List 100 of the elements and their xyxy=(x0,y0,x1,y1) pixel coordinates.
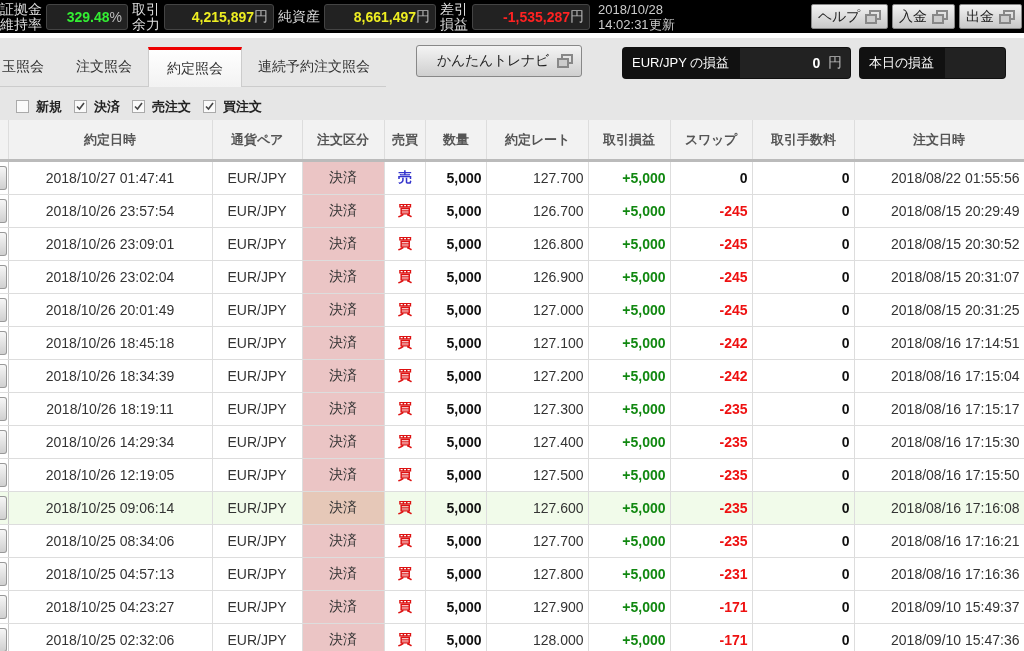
fee-cell: 0 xyxy=(752,425,854,459)
row-handle[interactable] xyxy=(0,265,7,289)
checkbox[interactable] xyxy=(132,100,145,113)
row-handle[interactable] xyxy=(0,430,7,454)
profit-cell: +5,000 xyxy=(588,293,670,327)
profit-cell: +5,000 xyxy=(588,458,670,492)
pair-cell: EUR/JPY xyxy=(212,194,302,228)
fee-cell: 0 xyxy=(752,557,854,591)
stat-label: 証拠金 維持率 xyxy=(0,1,42,32)
profit-cell: +5,000 xyxy=(588,524,670,558)
row-handle[interactable] xyxy=(0,595,7,619)
header-button[interactable]: 出金 xyxy=(959,4,1022,29)
order-time-cell: 2018/08/16 17:15:50 xyxy=(854,458,1024,492)
profit-cell: +5,000 xyxy=(588,227,670,261)
fee-cell: 0 xyxy=(752,524,854,558)
side-cell: 買 xyxy=(384,590,425,624)
header-button[interactable]: 入金 xyxy=(892,4,955,29)
profit-cell: +5,000 xyxy=(588,392,670,426)
order-time-cell: 2018/08/15 20:30:52 xyxy=(854,227,1024,261)
row-handle[interactable] xyxy=(0,364,7,388)
rate-cell: 127.700 xyxy=(486,160,588,195)
order-type-cell: 決済 xyxy=(302,623,384,651)
swap-cell: -171 xyxy=(670,590,752,624)
exec-time-cell: 2018/10/25 08:34:06 xyxy=(8,524,212,558)
order-type-cell: 決済 xyxy=(302,590,384,624)
order-time-cell: 2018/09/10 15:49:37 xyxy=(854,590,1024,624)
row-handle[interactable] xyxy=(0,397,7,421)
stat-value: 8,661,497 xyxy=(353,8,416,25)
swap-cell: -245 xyxy=(670,194,752,228)
overlapping-squares-icon xyxy=(932,9,948,24)
column-header: 売買 xyxy=(384,120,425,161)
tab[interactable]: 約定照会 xyxy=(148,47,242,87)
order-type-cell: 決済 xyxy=(302,260,384,294)
exec-time-cell: 2018/10/26 14:29:34 xyxy=(8,425,212,459)
side-cell: 買 xyxy=(384,458,425,492)
side-cell: 売 xyxy=(384,160,425,195)
rate-cell: 127.000 xyxy=(486,293,588,327)
stat-value: -1,535,287 xyxy=(503,8,570,25)
checkbox-label: 買注文 xyxy=(223,97,262,116)
order-type-cell: 決済 xyxy=(302,194,384,228)
header-button[interactable]: ヘルプ xyxy=(811,4,888,29)
quantity-cell: 5,000 xyxy=(425,392,486,426)
navi-button[interactable]: かんたんトレナビ xyxy=(416,45,582,77)
pl-label: 本日の損益 xyxy=(868,53,936,72)
profit-cell: +5,000 xyxy=(588,359,670,393)
updated-time: 14:02:31更新 xyxy=(598,16,675,32)
exec-time-cell: 2018/10/26 23:57:54 xyxy=(8,194,212,228)
fee-cell: 0 xyxy=(752,623,854,651)
pair-cell: EUR/JPY xyxy=(212,623,302,651)
side-cell: 買 xyxy=(384,194,425,228)
fee-cell: 0 xyxy=(752,227,854,261)
pl-value: 0 xyxy=(812,54,821,71)
profit-cell: +5,000 xyxy=(588,623,670,651)
order-type-cell: 決済 xyxy=(302,160,384,195)
side-cell: 買 xyxy=(384,227,425,261)
side-cell: 買 xyxy=(384,359,425,393)
swap-cell: -242 xyxy=(670,359,752,393)
profit-cell: +5,000 xyxy=(588,425,670,459)
checkbox[interactable] xyxy=(16,100,29,113)
pair-cell: EUR/JPY xyxy=(212,458,302,492)
overlapping-squares-icon xyxy=(865,9,881,24)
swap-cell: -245 xyxy=(670,260,752,294)
stat-unit: 円 xyxy=(570,7,584,24)
row-handle[interactable] xyxy=(0,331,7,355)
row-handle[interactable] xyxy=(0,496,7,520)
order-type-cell: 決済 xyxy=(302,524,384,558)
column-header: 取引損益 xyxy=(588,120,670,161)
profit-cell: +5,000 xyxy=(588,557,670,591)
order-time-cell: 2018/08/15 20:31:07 xyxy=(854,260,1024,294)
row-handle[interactable] xyxy=(0,463,7,487)
checkbox[interactable] xyxy=(203,100,216,113)
pair-cell: EUR/JPY xyxy=(212,359,302,393)
checkbox[interactable] xyxy=(74,100,87,113)
quantity-cell: 5,000 xyxy=(425,160,486,195)
quantity-cell: 5,000 xyxy=(425,293,486,327)
tab[interactable]: 連続予約注文照会 xyxy=(242,48,386,86)
row-handle[interactable] xyxy=(0,628,7,651)
row-handle[interactable] xyxy=(0,166,7,190)
row-handle[interactable] xyxy=(0,298,7,322)
swap-cell: -231 xyxy=(670,557,752,591)
stat-value: 4,215,897 xyxy=(191,8,254,25)
quantity-cell: 5,000 xyxy=(425,458,486,492)
side-cell: 買 xyxy=(384,392,425,426)
tab[interactable]: 注文照会 xyxy=(60,48,148,86)
row-handle[interactable] xyxy=(0,199,7,223)
side-cell: 買 xyxy=(384,557,425,591)
quantity-cell: 5,000 xyxy=(425,590,486,624)
exec-time-cell: 2018/10/26 23:09:01 xyxy=(8,227,212,261)
order-time-cell: 2018/08/16 17:16:08 xyxy=(854,491,1024,525)
exec-time-cell: 2018/10/25 04:57:13 xyxy=(8,557,212,591)
row-handle[interactable] xyxy=(0,232,7,256)
order-time-cell: 2018/08/16 17:15:30 xyxy=(854,425,1024,459)
swap-cell: 0 xyxy=(670,160,752,195)
row-handle[interactable] xyxy=(0,529,7,553)
row-handle[interactable] xyxy=(0,562,7,586)
overlapping-squares-icon xyxy=(999,9,1015,24)
side-cell: 買 xyxy=(384,623,425,651)
fee-cell: 0 xyxy=(752,590,854,624)
quantity-cell: 5,000 xyxy=(425,326,486,360)
tab[interactable]: 玉照会 xyxy=(0,48,60,86)
